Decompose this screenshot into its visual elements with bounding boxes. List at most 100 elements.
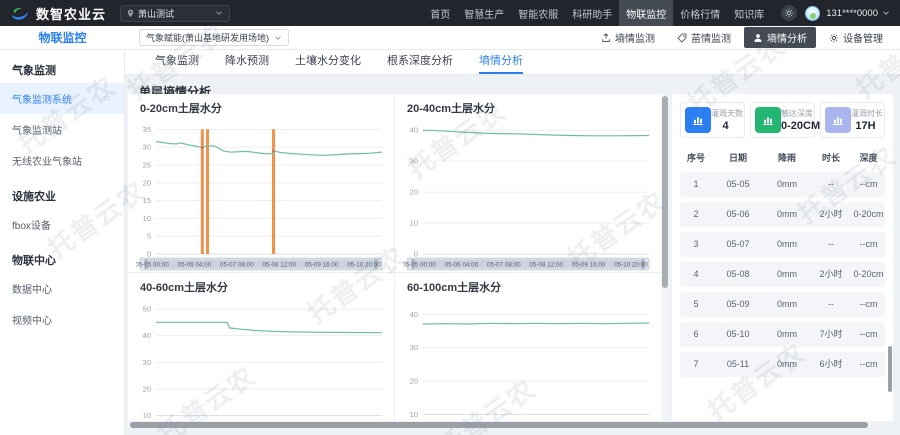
scrollbar-thumb[interactable]: [130, 422, 868, 428]
location-select[interactable]: 萧山测试: [120, 5, 230, 22]
nav-item-智慧生产[interactable]: 智慧生产: [457, 0, 511, 26]
svg-text:0: 0: [414, 250, 418, 259]
sidebar-item-fbox设备[interactable]: fbox设备: [0, 209, 124, 240]
table-cell: 0mm: [764, 292, 810, 317]
user-menu-chevron-icon[interactable]: [882, 9, 890, 17]
svg-text:05-07 08:00: 05-07 08:00: [220, 262, 254, 269]
table-row: 705-110mm6小时--cm: [680, 352, 885, 377]
rain-event-bar: [272, 129, 275, 254]
sidebar-section-设施农业: 设施农业: [0, 176, 124, 209]
table-cell: --: [810, 172, 852, 197]
svg-text:05-08 12:00: 05-08 12:00: [529, 262, 563, 269]
table-header-cell: 时长: [810, 151, 852, 164]
nav-item-物联监控[interactable]: 物联监控: [619, 0, 673, 26]
sidebar-section-物联中心: 物联中心: [0, 240, 124, 273]
star-icon[interactable]: ☆: [102, 93, 112, 104]
tab-根系深度分析[interactable]: 根系深度分析: [387, 50, 453, 74]
table-cell: 0mm: [764, 352, 810, 377]
sidebar-item-label: 气象监测系统: [12, 91, 72, 106]
table-cell: 0mm: [764, 322, 810, 347]
svg-text:30: 30: [410, 343, 418, 352]
table-header-cell: 深度: [852, 151, 885, 164]
irrigation-table: 序号日期降雨时长深度 105-050mm----cm205-060mm2小时0-…: [680, 148, 885, 377]
chart-canvas: 1020304005-05 00:0005-06 04:0005-07 08:0…: [403, 297, 653, 421]
svg-text:10: 10: [410, 410, 418, 419]
chart-title: 60-100cm土层水分: [407, 279, 665, 295]
event-marker: [201, 146, 204, 149]
svg-text:05-06 04:00: 05-06 04:00: [445, 262, 479, 269]
tab-气象监测[interactable]: 气象监测: [155, 50, 199, 74]
brand-name: 数智农业云: [36, 4, 106, 23]
sidebar-item-气象监测系统[interactable]: 气象监测系统 ☆: [0, 83, 124, 114]
stat-text: 灌溉时长17H: [851, 108, 880, 132]
table-cell: 0-20cm: [852, 262, 885, 287]
table-row: 505-090mm----cm: [680, 292, 885, 317]
action-墒情监测[interactable]: 墒情监测: [592, 27, 664, 48]
svg-text:35: 35: [143, 125, 151, 134]
brand: 数智农业云: [10, 4, 106, 23]
panel-scrollbar-thumb[interactable]: [888, 346, 892, 392]
sidebar-item-气象监测站[interactable]: 气象监测站: [0, 114, 124, 145]
scrollbar-thumb[interactable]: [662, 96, 668, 288]
action-苗情监测[interactable]: 苗情监测: [668, 27, 740, 48]
stat-cards: 灌溉天数4触达深度0-20CM灌溉时长17H: [672, 94, 893, 138]
station-select-value: 气象赋能(萧山基地研发用场地): [146, 31, 269, 44]
gear-small-icon: [829, 33, 839, 43]
table-cell: 0mm: [764, 232, 810, 257]
settings-button[interactable]: [781, 5, 797, 21]
sidebar-item-视频中心[interactable]: 视频中心: [0, 304, 124, 335]
table-cell: 05-06: [712, 202, 764, 227]
station-select[interactable]: 气象赋能(萧山基地研发用场地): [139, 29, 289, 46]
sidebar-item-label: 数据中心: [12, 281, 52, 296]
svg-text:20: 20: [143, 178, 151, 187]
svg-text:40: 40: [410, 310, 418, 319]
sidebar-item-无线农业气象站[interactable]: 无线农业气象站: [0, 145, 124, 176]
chart-canvas: 0510152025303505-05 00:0005-06 04:0005-0…: [136, 118, 386, 276]
moisture-line: [156, 142, 382, 156]
tab-降水预测[interactable]: 降水预测: [225, 50, 269, 74]
nav-item-知识库[interactable]: 知识库: [727, 0, 771, 26]
action-label: 墒情监测: [615, 30, 655, 45]
person-icon: [753, 33, 763, 43]
sidebar-item-label: 视频中心: [12, 312, 52, 327]
stat-card-触达深度: 触达深度0-20CM: [750, 102, 815, 138]
location-value: 萧山测试: [138, 7, 174, 20]
table-cell: --cm: [852, 172, 885, 197]
nav-item-智能农服[interactable]: 智能农服: [511, 0, 565, 26]
sidebar: 气象监测气象监测系统☆气象监测站无线农业气象站设施农业fbox设备物联中心数据中…: [0, 50, 125, 435]
sidebar-item-数据中心[interactable]: 数据中心: [0, 273, 124, 304]
tab-墒情分析[interactable]: 墒情分析: [479, 50, 523, 74]
nav-item-价格行情[interactable]: 价格行情: [673, 0, 727, 26]
stat-value: 0-20CM: [781, 120, 810, 132]
charts-vertical-scrollbar[interactable]: [661, 94, 669, 421]
user-phone: 131****0000: [826, 8, 878, 19]
action-墒情分析[interactable]: 墒情分析: [744, 27, 816, 48]
table-cell: 4: [680, 262, 712, 287]
monitor-upload-icon: [601, 33, 611, 43]
table-row: 305-070mm----cm: [680, 232, 885, 257]
action-设备管理[interactable]: 设备管理: [820, 27, 892, 48]
svg-text:30: 30: [143, 358, 151, 367]
moisture-line: [423, 323, 649, 324]
table-cell: 2小时: [810, 262, 852, 287]
table-cell: --cm: [852, 322, 885, 347]
chart-0-20cm土层水分: 0-20cm土层水分0510152025303505-05 00:0005-06…: [128, 94, 394, 272]
nav-item-科研助手[interactable]: 科研助手: [565, 0, 619, 26]
table-cell: --cm: [852, 232, 885, 257]
table-cell: 05-05: [712, 172, 764, 197]
tab-bar: 气象监测 降水预测 土壤水分变化 根系深度分析 墒情分析: [125, 50, 900, 75]
moisture-line: [423, 130, 649, 136]
table-cell: 05-10: [712, 322, 764, 347]
table-cell: 7: [680, 352, 712, 377]
moisture-line: [156, 322, 382, 332]
horizontal-scrollbar[interactable]: [128, 421, 883, 429]
svg-text:0: 0: [147, 250, 151, 259]
sidebar-item-label: 气象监测站: [12, 122, 62, 137]
svg-text:05-10 20:00: 05-10 20:00: [347, 262, 381, 269]
svg-text:10: 10: [410, 219, 418, 228]
nav-item-首页[interactable]: 首页: [423, 0, 457, 26]
tab-土壤水分变化[interactable]: 土壤水分变化: [295, 50, 361, 74]
svg-text:10: 10: [143, 411, 151, 420]
svg-text:15: 15: [143, 196, 151, 205]
avatar[interactable]: [805, 6, 820, 21]
